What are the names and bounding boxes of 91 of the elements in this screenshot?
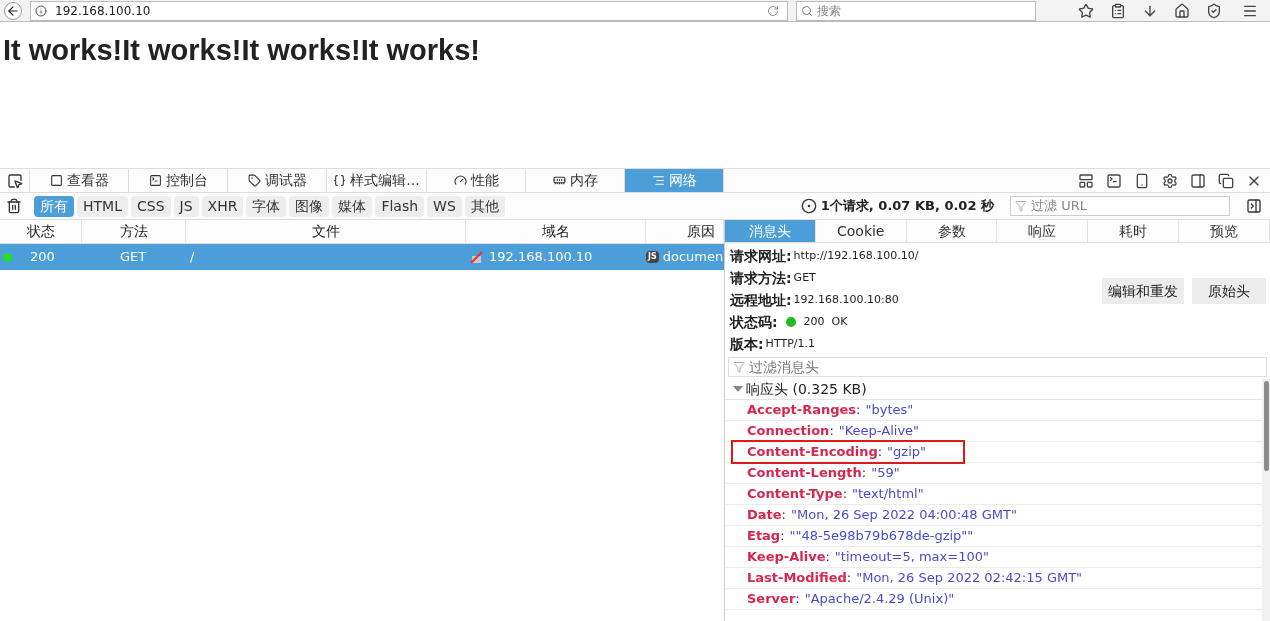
header-line: Date: "Mon, 26 Sep 2022 04:00:48 GMT" <box>746 506 1018 525</box>
terminal-icon <box>148 174 162 187</box>
filter-button[interactable]: JS <box>173 195 199 217</box>
pick-element-icon[interactable] <box>6 172 23 189</box>
field-value: GET <box>793 269 816 286</box>
page-heading: It works!It works!It works!It works! <box>3 33 481 68</box>
devtools-tab[interactable]: 调试器 <box>228 169 327 192</box>
header-line: Accept-Ranges: "bytes" <box>746 401 915 420</box>
filter-button[interactable]: Flash <box>375 195 425 217</box>
method-text: GET <box>120 249 147 265</box>
separate-window-icon[interactable] <box>1218 172 1234 189</box>
column-header[interactable]: 方法 <box>119 221 148 242</box>
cause-badge: JS <box>646 251 659 263</box>
url-filter-placeholder: 过滤 URL <box>1031 197 1087 216</box>
devtools-tab[interactable]: 样式编辑... <box>327 169 427 192</box>
detail-tab[interactable]: 响应 <box>997 220 1089 242</box>
toggle-panel-icon[interactable] <box>1246 198 1262 214</box>
column-header[interactable]: 状态 <box>26 221 55 242</box>
request-summary: 1个请求, 0.07 KB, 0.02 秒 <box>820 197 994 216</box>
home-icon[interactable] <box>1174 2 1190 19</box>
header-line: Keep-Alive: "timeout=5, max=100" <box>746 548 990 567</box>
dock-side-icon[interactable] <box>1190 172 1206 189</box>
search-icon <box>801 4 813 17</box>
devtools-tab[interactable]: 性能 <box>427 169 526 192</box>
header-line: Server: "Apache/2.4.29 (Unix)" <box>746 590 956 609</box>
field-label: 版本: <box>730 334 764 354</box>
header-line: Etag: ""48-5e98b79b678de-gzip"" <box>746 527 975 546</box>
file-text: / <box>190 249 195 265</box>
header-line: Last-Modified: "Mon, 26 Sep 2022 02:42:15 GMT" <box>746 569 1084 588</box>
settings-icon[interactable] <box>1162 172 1178 189</box>
url-filter-field[interactable]: 过滤 URL <box>1010 196 1230 216</box>
header-line: Connection: "Keep-Alive" <box>746 422 921 441</box>
field-label: 请求网址: <box>730 246 792 266</box>
expand-triangle-icon[interactable] <box>733 385 743 393</box>
layout-icon[interactable] <box>1078 172 1094 189</box>
field-value: 192.168.100.10:80 <box>793 291 899 308</box>
column-header[interactable]: 原因 <box>687 221 715 242</box>
trash-icon[interactable] <box>6 198 22 214</box>
info-icon <box>35 4 47 17</box>
search-placeholder: 搜索 <box>817 2 841 20</box>
star-icon[interactable] <box>1078 2 1094 19</box>
field-label: 请求方法: <box>730 268 792 288</box>
search-field[interactable]: 搜索 <box>796 0 1036 21</box>
field-label: 远程地址: <box>730 290 792 310</box>
action-button[interactable]: 编辑和重发 <box>1102 278 1184 304</box>
memory-chip-icon <box>552 174 566 187</box>
status-code: 200 <box>30 248 55 267</box>
url-text: 192.168.100.10 <box>55 2 151 20</box>
filter-button[interactable]: 其他 <box>464 195 505 217</box>
devtools-tab[interactable]: 查看器 <box>30 169 129 192</box>
field-value: 200 OK <box>803 313 848 330</box>
detail-tab[interactable]: 预览 <box>1179 220 1270 242</box>
filter-button[interactable]: 媒体 <box>332 195 373 217</box>
detail-tab[interactable]: Cookie <box>815 220 907 242</box>
square-icon <box>49 174 63 187</box>
filter-button[interactable]: 图像 <box>289 195 330 217</box>
field-label: 状态码: <box>730 312 778 332</box>
reload-icon[interactable] <box>767 4 779 17</box>
phone-icon[interactable] <box>1134 172 1150 189</box>
filter-button[interactable]: HTML <box>77 195 128 217</box>
tag-icon <box>247 174 261 187</box>
lines-icon <box>651 174 665 187</box>
filter-button[interactable]: WS <box>427 195 462 217</box>
braces-icon <box>333 174 347 187</box>
address-bar[interactable]: 192.168.100.10 <box>30 0 788 21</box>
back-icon[interactable] <box>4 1 22 20</box>
field-value: HTTP/1.1 <box>765 335 815 352</box>
cause-text: documen <box>662 248 724 267</box>
header-filter-field[interactable]: 过滤消息头 <box>728 357 1267 377</box>
detail-tab[interactable]: 耗时 <box>1088 220 1180 242</box>
header-filter-placeholder: 过滤消息头 <box>749 357 819 377</box>
request-row[interactable]: 200 GET / 192.168.100.10 JS documen <box>0 244 724 270</box>
detail-tab[interactable]: 参数 <box>906 220 998 242</box>
devtools-tab[interactable]: 控制台 <box>129 169 228 192</box>
header-line: Content-Type: "text/html" <box>746 485 925 504</box>
scrollbar[interactable] <box>1262 379 1270 621</box>
field-value: http://192.168.100.10/ <box>793 247 919 264</box>
filter-icon <box>1015 200 1027 212</box>
action-button[interactable]: 原始头 <box>1192 278 1266 304</box>
terminal-icon[interactable] <box>1106 172 1122 189</box>
filter-button[interactable]: 字体 <box>246 195 287 217</box>
shield-icon[interactable] <box>1206 2 1222 19</box>
domain-text: 192.168.100.10 <box>489 248 593 267</box>
filter-button[interactable]: XHR <box>201 195 244 217</box>
list-icon[interactable] <box>1110 2 1126 19</box>
section-title[interactable]: 响应头 (0.325 KB) <box>746 378 867 400</box>
header-line: Content-Length: "59" <box>746 464 901 483</box>
column-header[interactable]: 域名 <box>541 221 570 242</box>
filter-icon <box>733 361 745 373</box>
column-header[interactable]: 文件 <box>311 221 340 242</box>
filter-button[interactable]: CSS <box>130 195 171 217</box>
